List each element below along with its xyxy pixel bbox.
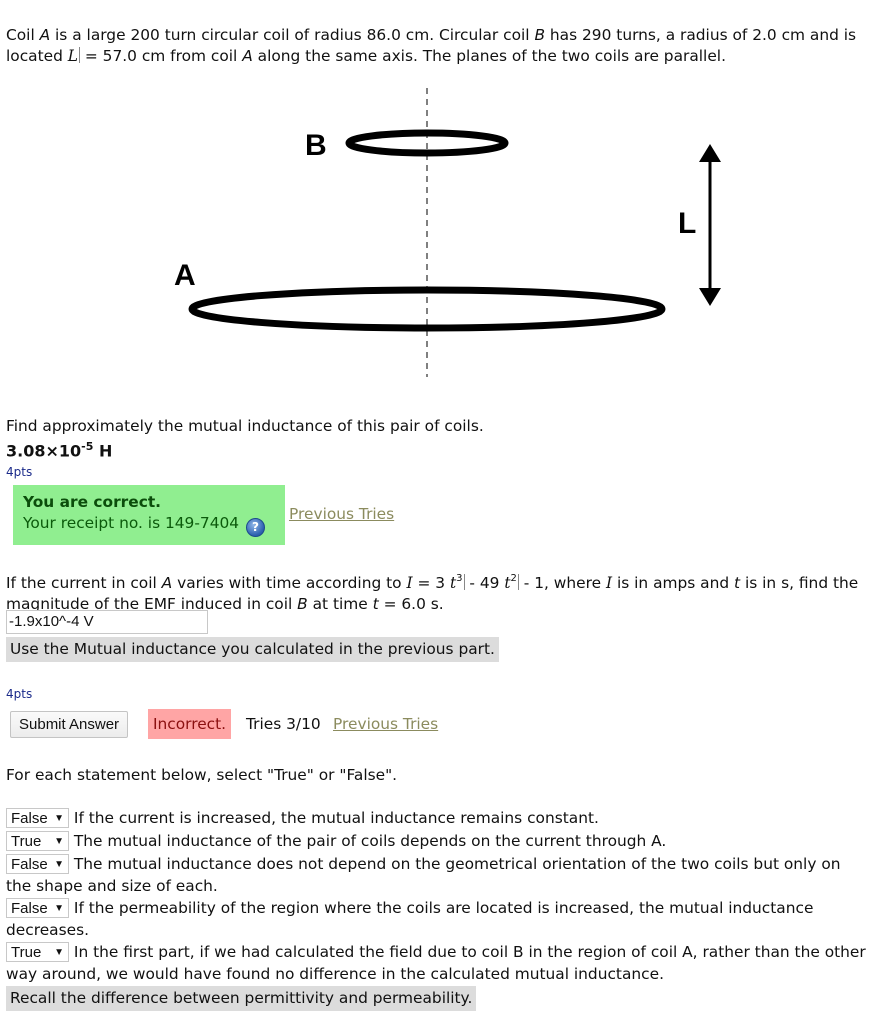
text: - 1, where xyxy=(518,574,606,592)
text: = 6.0 s. xyxy=(378,595,444,613)
part3-hint: Recall the difference between permittivi… xyxy=(6,986,477,1011)
part2-previous-tries-link[interactable]: Previous Tries xyxy=(333,715,438,733)
statement-text: If the current is increased, the mutual … xyxy=(73,809,599,827)
part1-answer: 3.08×10-5 H xyxy=(6,440,112,460)
part1-previous-tries-link[interactable]: Previous Tries xyxy=(289,505,394,523)
true-false-select[interactable]: False ▼ xyxy=(6,854,69,874)
answer-unit: H xyxy=(93,441,113,461)
statement-item: True ▼ The mutual inductance of the pair … xyxy=(6,830,866,852)
true-false-select[interactable]: False ▼ xyxy=(6,898,69,918)
part1-points: 4pts xyxy=(6,465,33,479)
true-false-select[interactable]: False ▼ xyxy=(6,808,69,828)
text: is a large 200 turn circular coil of rad… xyxy=(50,26,535,44)
dropdown-caret-icon: ▼ xyxy=(54,859,64,870)
coils-diagram: B A L xyxy=(174,88,721,377)
text: Coil xyxy=(6,26,40,44)
part2-points: 4pts xyxy=(6,687,33,701)
statement-text: In the first part, if we had calculated … xyxy=(6,943,866,983)
select-value: True xyxy=(11,944,42,961)
dropdown-caret-icon: ▼ xyxy=(54,813,64,824)
part2-hint: Use the Mutual inductance you calculated… xyxy=(6,637,499,662)
dropdown-caret-icon: ▼ xyxy=(54,836,64,847)
statement-list: False ▼ If the current is increased, the … xyxy=(6,807,866,1011)
correct-status-box: You are correct. Your receipt no. is 149… xyxy=(13,485,285,545)
text: - 49 xyxy=(464,574,505,592)
help-icon[interactable]: ? xyxy=(245,518,265,537)
dropdown-caret-icon: ▼ xyxy=(54,947,64,958)
text: If the current in coil xyxy=(6,574,162,592)
text: = 3 xyxy=(412,574,450,592)
true-false-select[interactable]: True ▼ xyxy=(6,942,69,962)
distance-label: L xyxy=(678,207,696,240)
statement-text: If the permeability of the region where … xyxy=(6,899,814,939)
text: varies with time according to xyxy=(172,574,407,592)
text: = 57.0 cm from coil xyxy=(80,47,243,65)
true-false-select[interactable]: True ▼ xyxy=(6,831,69,851)
select-value: False xyxy=(11,856,48,873)
receipt-number: Your receipt no. is 149-7404 xyxy=(23,514,240,532)
text: at time xyxy=(307,595,373,613)
exponent: 2 xyxy=(510,573,517,584)
answer-value: 3.08×10 xyxy=(6,441,82,461)
arrow-down-head xyxy=(699,288,721,306)
exponent: 3 xyxy=(456,573,463,584)
coil-a-symbol: A xyxy=(242,47,253,65)
hint-wrapper: Recall the difference between permittivi… xyxy=(6,986,866,1011)
l-symbol: L xyxy=(67,47,78,65)
coil-b-symbol: B xyxy=(534,26,546,44)
statement-item: False ▼ If the current is increased, the … xyxy=(6,807,866,829)
statement-item: True ▼ In the first part, if we had calcu… xyxy=(6,941,866,985)
statement-text: The mutual inductance of the pair of coi… xyxy=(73,832,667,850)
select-value: False xyxy=(11,900,48,917)
tries-counter: Tries 3/10 xyxy=(246,715,321,733)
dropdown-caret-icon: ▼ xyxy=(54,903,64,914)
coil-b-label: B xyxy=(305,129,327,162)
part3-instruction: For each statement below, select "True" … xyxy=(6,766,398,784)
select-value: True xyxy=(11,833,42,850)
coil-a-symbol: A xyxy=(39,26,51,44)
answer-exponent: -5 xyxy=(81,440,94,453)
coil-a-label: A xyxy=(174,259,196,292)
submit-answer-button[interactable]: Submit Answer xyxy=(10,711,129,738)
select-value: False xyxy=(11,810,48,827)
text: is in amps and xyxy=(612,574,735,592)
statement-item: False ▼ The mutual inductance does not de… xyxy=(6,853,866,897)
problem-statement: Coil A is a large 200 turn circular coil… xyxy=(6,25,866,67)
part2-question: If the current in coil A varies with tim… xyxy=(6,568,866,615)
coil-b-symbol: B xyxy=(297,595,308,613)
text: along the same axis. The planes of the t… xyxy=(252,47,726,65)
arrow-up-head xyxy=(699,144,721,162)
status-title: You are correct. xyxy=(23,493,162,511)
emf-answer-input[interactable]: -1.9x10^-4 V xyxy=(6,610,208,634)
statement-item: False ▼ If the permeability of the region… xyxy=(6,897,866,941)
part1-question: Find approximately the mutual inductance… xyxy=(6,417,484,435)
incorrect-status-badge: Incorrect. xyxy=(148,709,232,739)
statement-text: The mutual inductance does not depend on… xyxy=(6,855,841,895)
coil-a-symbol: A xyxy=(161,574,173,592)
